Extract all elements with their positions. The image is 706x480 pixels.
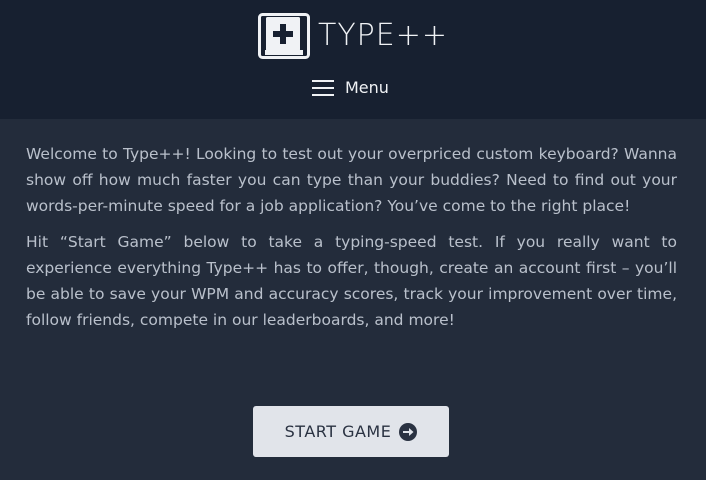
arrow-right-circle-icon: [399, 422, 418, 441]
hamburger-icon: [312, 80, 334, 96]
menu-label: Menu: [345, 78, 389, 97]
plus-key-icon: [258, 13, 310, 59]
intro-paragraph: Welcome to Type++! Looking to test out y…: [26, 145, 677, 215]
instructions-paragraph: Hit “Start Game” below to take a typing-…: [26, 233, 677, 329]
site-header: TYPE++ Menu: [0, 0, 706, 119]
logo-text: TYPE++: [318, 18, 448, 53]
start-game-button[interactable]: START GAME: [253, 406, 449, 457]
logo[interactable]: TYPE++: [258, 13, 448, 59]
start-game-label: START GAME: [284, 422, 392, 441]
intro-content: Welcome to Type++! Looking to test out y…: [26, 141, 677, 333]
menu-button[interactable]: Menu: [312, 77, 389, 99]
